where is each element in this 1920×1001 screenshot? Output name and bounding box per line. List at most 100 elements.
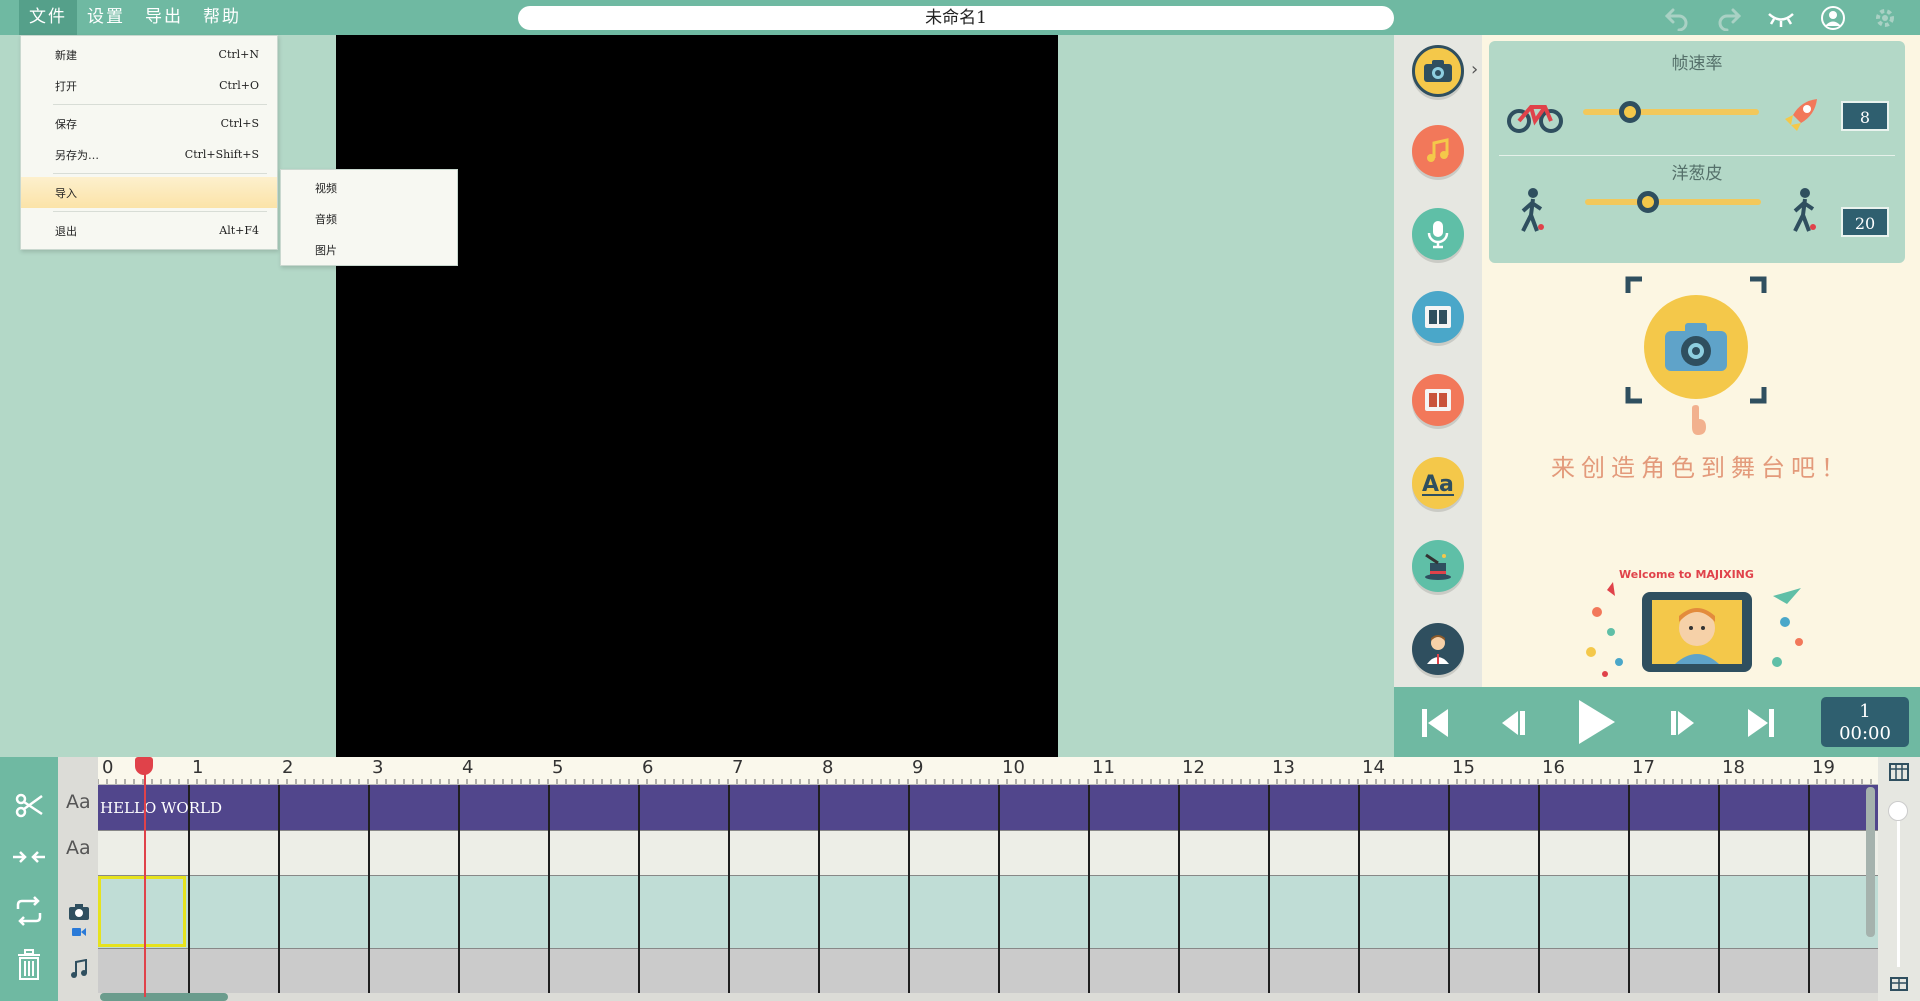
text-icon: Aa (1422, 472, 1454, 497)
onion-skin-slider-knob[interactable] (1637, 191, 1659, 213)
stage-canvas[interactable] (336, 35, 1058, 757)
capture-button[interactable] (1644, 295, 1748, 399)
camera-tool-button[interactable] (1412, 45, 1464, 97)
timeline-tracks: HELLO WORLD (98, 785, 1878, 993)
menu-item-save-as[interactable]: 另存为… Ctrl+Shift+S (21, 139, 277, 170)
microphone-tool-button[interactable] (1412, 208, 1464, 260)
previous-frame-button[interactable] (1496, 705, 1530, 741)
menu-settings[interactable]: 设置 (77, 0, 135, 35)
zoom-panel (1878, 757, 1920, 1001)
menu-separator (53, 173, 267, 174)
submenu-item-image[interactable]: 图片 (281, 235, 457, 266)
selected-frame[interactable] (98, 876, 186, 947)
track-divider (98, 875, 1878, 876)
chevron-right-icon[interactable]: › (1471, 59, 1478, 80)
ruler-tick-label: 1 (192, 757, 204, 778)
frame-rate-label: 帧速率 (1671, 54, 1723, 74)
ruler-tick-label: 16 (1542, 757, 1565, 778)
track-divider (98, 948, 1878, 949)
skip-start-icon (1422, 709, 1448, 737)
frame-grid-line (998, 785, 1000, 993)
play-button[interactable] (1574, 698, 1618, 746)
menu-item-import[interactable]: 导入 (21, 177, 277, 208)
undo-icon[interactable] (1660, 4, 1694, 32)
step-forward-icon (1671, 711, 1694, 735)
camera-track[interactable] (98, 875, 1878, 948)
film-tool-button[interactable] (1412, 291, 1464, 343)
timeline-ruler[interactable]: 0 1 2 3 4 5 6 7 8 9 10 11 12 13 14 15 16 17 18 19 (98, 757, 1878, 785)
next-frame-button[interactable] (1666, 705, 1700, 741)
delete-button[interactable] (11, 947, 47, 983)
ruler-tick-label: 13 (1272, 757, 1295, 778)
text-track-2[interactable] (98, 830, 1878, 875)
magic-tool-button[interactable] (1412, 540, 1464, 592)
frame-rate-value[interactable]: 8 (1841, 101, 1889, 131)
zoom-slider-knob[interactable] (1888, 801, 1908, 821)
onion-skin-slider[interactable] (1585, 191, 1761, 213)
shortcut-label: Ctrl+O (219, 79, 259, 92)
text-clip[interactable]: HELLO WORLD (100, 799, 222, 817)
music-tool-button[interactable] (1412, 125, 1464, 177)
merge-button[interactable] (11, 839, 47, 875)
film-red-tool-button[interactable] (1412, 374, 1464, 426)
skip-to-end-button[interactable] (1744, 705, 1778, 741)
time-display: 00:00 (1839, 723, 1891, 744)
content-panel: 帧速率 8 洋葱皮 20 来创造角色到舞台吧！ Welcome to MAJIX… (1482, 35, 1920, 687)
settings-icon[interactable] (1868, 4, 1902, 32)
onion-skin-value[interactable]: 20 (1841, 207, 1889, 237)
scissors-icon (15, 793, 43, 818)
ruler-tick-label: 18 (1722, 757, 1745, 778)
frame-grid-line (638, 785, 640, 993)
menu-item-new[interactable]: 新建 Ctrl+N (21, 39, 277, 70)
submenu-item-video[interactable]: 视频 (281, 173, 457, 204)
frame-grid-line (728, 785, 730, 993)
frame-rate-slider-knob[interactable] (1619, 101, 1641, 123)
onion-skin-label: 洋葱皮 (1671, 164, 1723, 184)
skip-to-start-button[interactable] (1418, 705, 1452, 741)
ruler-tick-label: 14 (1362, 757, 1385, 778)
frame-grid-line (908, 785, 910, 993)
submenu-item-audio[interactable]: 音频 (281, 204, 457, 235)
character-tool-button[interactable] (1412, 623, 1464, 675)
shortcut-label: Ctrl+N (218, 48, 259, 61)
ruler-tick-label: 7 (732, 757, 744, 778)
step-back-icon (1502, 711, 1525, 735)
ruler-tick-label: 19 (1812, 757, 1835, 778)
menu-item-exit[interactable]: 退出 Alt+F4 (21, 215, 277, 246)
menu-bar: 文件 设置 导出 帮助 (19, 0, 251, 35)
cut-button[interactable] (11, 787, 47, 823)
vertical-scrollbar-thumb[interactable] (1866, 787, 1875, 937)
settings-box: 帧速率 8 洋葱皮 20 (1489, 41, 1905, 263)
frame-rate-slider[interactable] (1583, 101, 1759, 123)
horizontal-scrollbar-thumb[interactable] (100, 993, 228, 1001)
zoom-out-film-icon[interactable] (1890, 977, 1908, 991)
loop-button[interactable] (11, 893, 47, 929)
eye-closed-icon[interactable] (1764, 4, 1798, 32)
menu-item-save[interactable]: 保存 Ctrl+S (21, 108, 277, 139)
magic-hat-icon (1425, 553, 1451, 580)
project-title[interactable]: 未命名1 (518, 6, 1394, 30)
menu-help[interactable]: 帮助 (193, 0, 251, 35)
user-icon[interactable] (1816, 4, 1850, 32)
vertical-scrollbar[interactable] (1866, 785, 1876, 993)
tool-sidebar: › Aa (1394, 35, 1482, 687)
playhead[interactable] (144, 757, 146, 997)
text-tool-button[interactable]: Aa (1412, 457, 1464, 509)
hint-text: 来创造角色到舞台吧！ (1551, 454, 1851, 482)
horizontal-scrollbar[interactable] (98, 993, 1878, 1001)
redo-icon[interactable] (1712, 4, 1746, 32)
menu-file[interactable]: 文件 (19, 0, 77, 35)
text-track-1[interactable]: HELLO WORLD (98, 785, 1878, 830)
microphone-icon (1427, 221, 1449, 249)
film-strip-red-icon (1425, 389, 1451, 411)
ruler-tick-label: 2 (282, 757, 294, 778)
frame-grid-line (1718, 785, 1720, 993)
menu-export[interactable]: 导出 (135, 0, 193, 35)
playhead-handle[interactable] (135, 757, 153, 775)
zoom-in-film-icon[interactable] (1889, 763, 1909, 781)
menu-item-open[interactable]: 打开 Ctrl+O (21, 70, 277, 101)
zoom-slider-track[interactable] (1897, 807, 1900, 967)
music-track[interactable] (98, 948, 1878, 993)
frame-number: 1 (1859, 701, 1871, 722)
menu-separator (53, 104, 267, 105)
